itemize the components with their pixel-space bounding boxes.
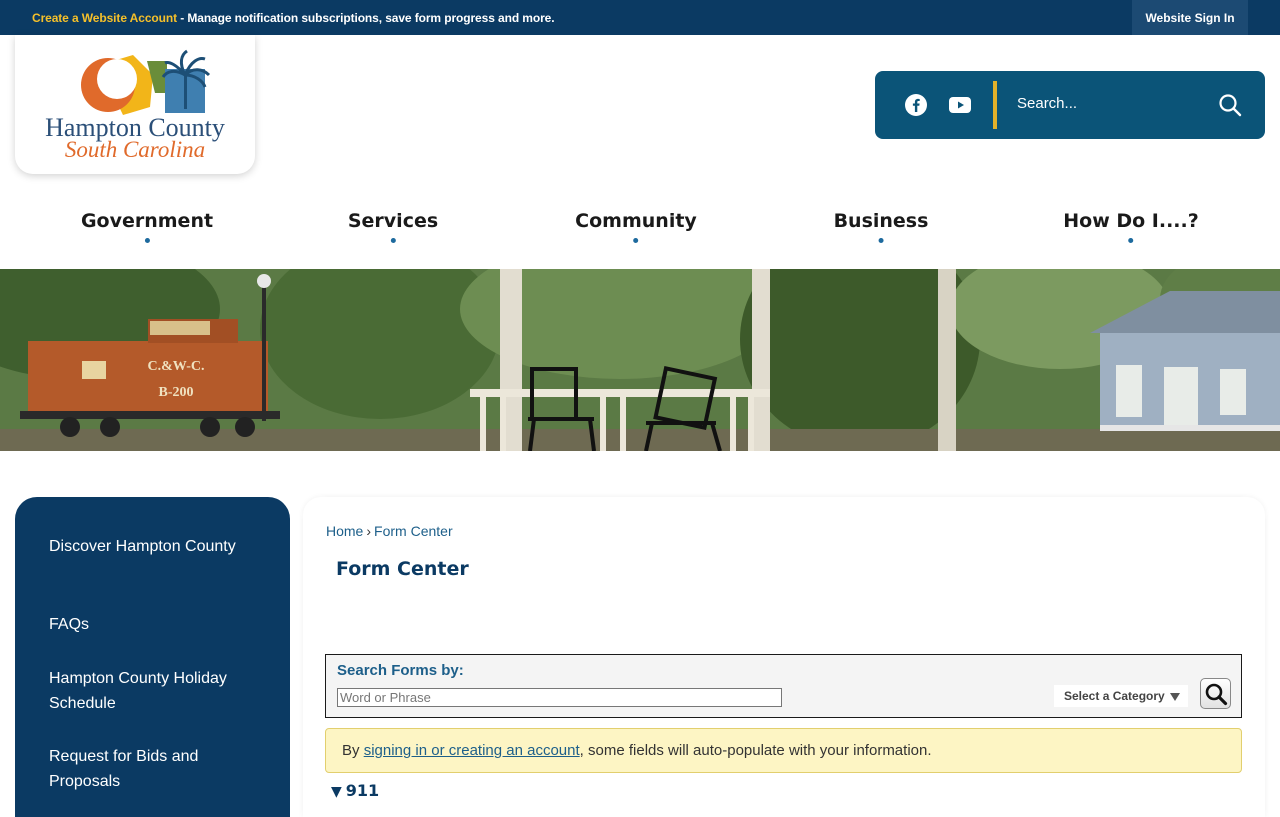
nav-government[interactable]: Government — [81, 210, 213, 243]
nav-business[interactable]: Business — [833, 210, 929, 243]
search-forms-label: Search Forms by: — [337, 662, 464, 679]
sidebar-item-bids-proposals[interactable]: Request for Bids and Proposals — [49, 744, 259, 794]
caboose-text-2: B-200 — [159, 385, 194, 400]
form-search-input[interactable]: Word or Phrase — [337, 688, 782, 707]
breadcrumb-separator: › — [366, 523, 372, 539]
nav-label: Business — [833, 210, 929, 232]
breadcrumb: Home › Form Center — [326, 523, 453, 539]
top-bar: Create a Website Account - Manage notifi… — [0, 0, 1280, 35]
main-navigation: Government Services Community Business H… — [0, 200, 1280, 260]
dropdown-arrow-icon — [1170, 693, 1180, 701]
nav-community[interactable]: Community — [575, 210, 697, 243]
nav-services[interactable]: Services — [348, 210, 438, 243]
nav-how-do-i[interactable]: How Do I....? — [1063, 210, 1199, 243]
nav-label: How Do I....? — [1063, 210, 1199, 232]
sign-in-link[interactable]: signing in or creating an account — [364, 742, 580, 759]
category-911-title: 911 — [345, 781, 380, 800]
create-account-link[interactable]: Create a Website Account — [32, 11, 177, 25]
nav-label: Community — [575, 210, 697, 232]
nav-label: Services — [347, 210, 439, 232]
logo-state-name: South Carolina — [65, 137, 205, 162]
collapse-triangle-icon: ▼ — [331, 784, 342, 800]
site-search-input[interactable]: Search... — [1017, 95, 1207, 112]
facebook-icon[interactable] — [905, 94, 927, 116]
caboose-text-1: C.&W-C. — [147, 359, 204, 374]
breadcrumb-home[interactable]: Home — [326, 523, 363, 539]
account-message: Create a Website Account - Manage notifi… — [32, 11, 555, 25]
county-logo-graphic: Hampton County South Carolina — [45, 49, 225, 162]
page-title: Form Center — [336, 558, 469, 580]
category-select[interactable]: Select a Category — [1054, 685, 1188, 707]
form-search-button[interactable] — [1200, 678, 1231, 709]
sidebar-item-faqs[interactable]: FAQs — [49, 612, 259, 637]
nav-label: Government — [80, 210, 214, 232]
nav-dot — [390, 238, 396, 243]
category-911-toggle[interactable]: ▼ 911 — [331, 781, 379, 800]
notice-prefix: By — [342, 742, 364, 759]
main-content: Home › Form Center Form Center Search Form… — [303, 497, 1265, 817]
notice-suffix: , some fields will auto-populate with yo… — [579, 742, 932, 759]
sidebar-item-discover-hampton-county[interactable]: Discover Hampton County — [49, 534, 259, 559]
search-icon[interactable] — [1218, 93, 1242, 117]
account-message-text: - Manage notification subscriptions, sav… — [176, 11, 555, 25]
hero-banner-image: C.&W-C. B-200 — [0, 269, 1280, 451]
nav-dot — [878, 238, 884, 243]
search-icon — [1205, 683, 1228, 706]
site-logo[interactable]: Hampton County South Carolina — [15, 35, 255, 174]
header-search-panel: Search... — [875, 71, 1265, 139]
nav-dot — [144, 238, 150, 243]
sidebar-item-holiday-schedule[interactable]: Hampton County Holiday Schedule — [49, 666, 259, 716]
nav-dot — [1128, 238, 1134, 243]
youtube-icon[interactable] — [949, 94, 971, 116]
category-select-label: Select a Category — [1064, 689, 1165, 703]
search-divider — [993, 81, 997, 129]
sidebar-nav: Discover Hampton County FAQs Hampton Cou… — [15, 497, 290, 817]
search-forms-panel: Search Forms by: Word or Phrase Select a… — [325, 654, 1242, 718]
breadcrumb-current[interactable]: Form Center — [374, 523, 453, 539]
sign-in-notice: By signing in or creating an account, so… — [325, 728, 1242, 773]
website-sign-in-button[interactable]: Website Sign In — [1132, 0, 1248, 35]
nav-dot — [633, 238, 639, 243]
